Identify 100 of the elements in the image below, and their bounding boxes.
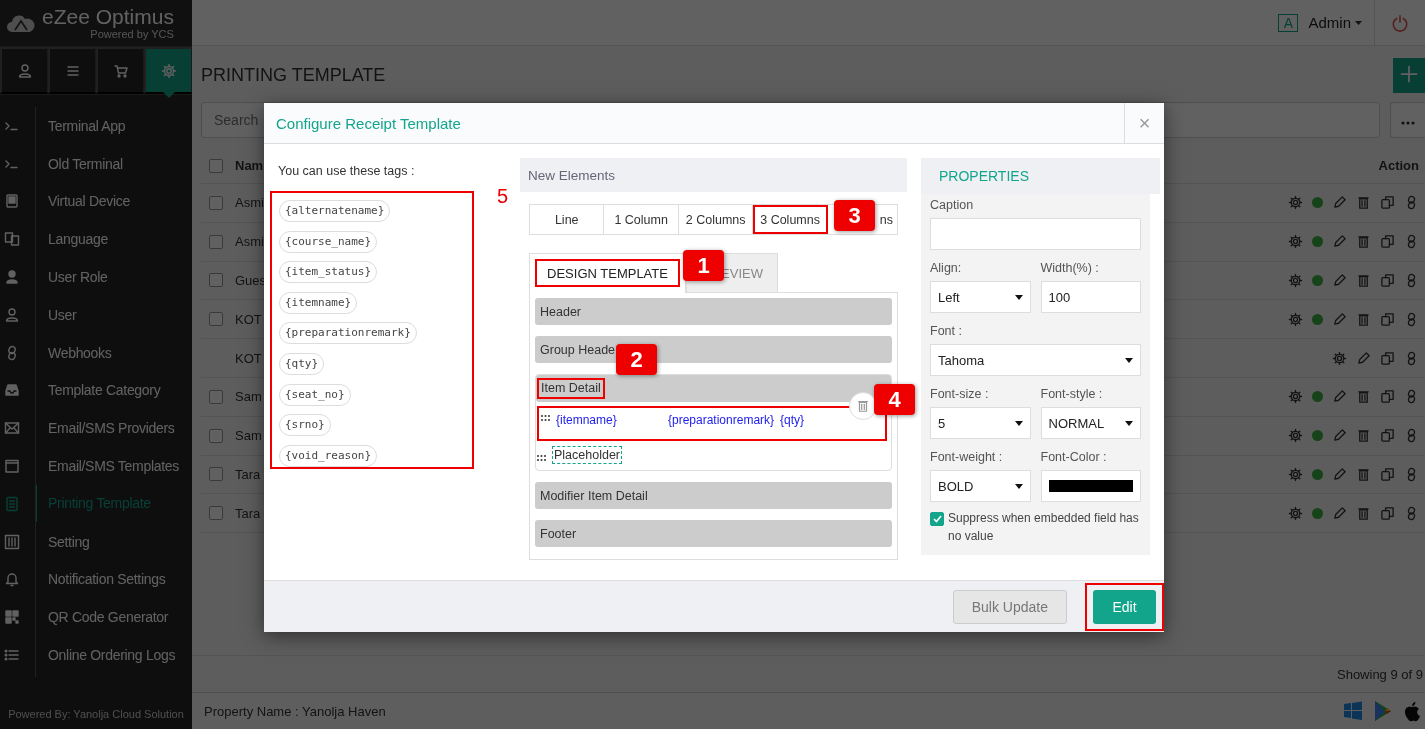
select-field[interactable]: BOLD (930, 470, 1031, 502)
select-all-checkbox[interactable] (209, 158, 223, 173)
calendar-icon (4, 458, 20, 475)
copy-icon (1380, 428, 1395, 444)
play-store-icon[interactable] (1373, 700, 1393, 722)
checkbox-label: Suppress when embedded field has no value (948, 510, 1140, 545)
copy-icon (1380, 350, 1395, 366)
table-cell: Sam (235, 428, 262, 444)
row-checkbox[interactable] (209, 195, 223, 210)
checkbox[interactable] (930, 512, 944, 526)
row-checkbox[interactable] (209, 467, 223, 482)
language-icon (4, 231, 20, 248)
field-label: Width(%) : (1040, 261, 1100, 277)
more-button[interactable] (1390, 102, 1425, 138)
field-label: Align: (930, 261, 963, 277)
row-checkbox[interactable] (209, 312, 223, 327)
select-field[interactable]: 5 (930, 407, 1031, 439)
tag-chip[interactable]: {alternatename} (279, 200, 391, 222)
properties-header: PROPERTIES (921, 158, 1160, 194)
pencil-icon (1332, 311, 1347, 327)
column-header: Action (1378, 158, 1419, 173)
windows-icon[interactable] (1343, 701, 1363, 721)
select-field[interactable]: Tahoma (930, 344, 1141, 376)
row-checkbox[interactable] (209, 506, 223, 521)
copy-icon (1380, 505, 1395, 521)
settings-icon (1288, 428, 1303, 444)
caret-icon (1125, 357, 1133, 363)
trash-icon (856, 398, 870, 414)
copy-icon (1380, 311, 1395, 327)
user-icon (4, 306, 20, 323)
settings-icon (1288, 466, 1303, 482)
pencil-icon (1332, 505, 1347, 521)
select-field[interactable]: NORMAL (1040, 407, 1141, 439)
tag-chip[interactable]: {void_reason} (279, 444, 378, 467)
settings-icon (1288, 234, 1303, 250)
drag-handle-icon[interactable] (541, 415, 550, 421)
select-field[interactable]: Left (930, 281, 1031, 313)
copy-icon (1380, 389, 1395, 405)
pencil-icon (1332, 234, 1347, 250)
callout-badge: 3 (834, 200, 875, 231)
settings-icon (1288, 311, 1303, 327)
section-header: New Elements (520, 158, 907, 192)
tag-chip[interactable]: {preparationremark} (279, 322, 417, 345)
avatar-badge: A (1278, 13, 1299, 32)
tab[interactable]: DESIGN TEMPLATE (529, 253, 686, 293)
copy-icon (1380, 195, 1395, 211)
tag-chip[interactable]: {qty} (279, 352, 325, 375)
add-button[interactable] (1393, 58, 1425, 93)
callout-badge: 4 (874, 384, 915, 415)
apple-icon[interactable] (1403, 700, 1421, 722)
more-icon (1401, 120, 1415, 125)
section-bar[interactable]: Modifier Item Detail (535, 482, 892, 509)
pencil-icon (1332, 466, 1347, 482)
sliders-icon (4, 533, 20, 550)
nav-tab[interactable] (48, 47, 96, 94)
brand-name: eZee Optimus (42, 6, 174, 28)
drag-handle-icon[interactable] (537, 454, 546, 461)
section-bar[interactable]: Header (535, 298, 892, 325)
tag-chip[interactable]: {seat_no} (279, 383, 351, 406)
section-label: Group Heade (540, 342, 616, 357)
user-icon (16, 62, 33, 79)
cloud-logo-icon (6, 13, 36, 33)
callout-badge: 1 (683, 250, 724, 281)
tag-chip[interactable]: {itemname} (279, 291, 358, 314)
column-header: Nam (235, 158, 264, 173)
copy-icon (1380, 234, 1395, 250)
trash-icon (1356, 466, 1371, 482)
settings-icon (1332, 350, 1347, 366)
template-row[interactable]: {itemname} {preparationremark} {qty} (537, 406, 887, 441)
tag-chip[interactable]: {srno} (279, 414, 331, 437)
caret-icon (1014, 294, 1023, 300)
caret-icon (1355, 20, 1362, 25)
status-dot (1312, 236, 1323, 248)
row-checkbox[interactable] (209, 273, 223, 288)
row-checkbox[interactable] (209, 389, 223, 404)
tag-chip[interactable]: {course_name} (279, 230, 378, 253)
row-checkbox[interactable] (209, 234, 223, 249)
tablet-icon (4, 193, 20, 210)
status-dot (1312, 391, 1323, 403)
copy-icon (1380, 466, 1395, 482)
tag-chip[interactable]: {item_status} (279, 261, 378, 284)
placeholder-slot[interactable]: Placeholder (552, 446, 622, 464)
field-label: Font-size : (930, 387, 990, 403)
table-cell: Tara (235, 466, 261, 482)
field-tag: {preparationremark} (668, 410, 780, 430)
caret-icon (1125, 420, 1133, 426)
status-dot (1312, 430, 1323, 442)
text-field[interactable]: 100 (1040, 281, 1141, 313)
pencil-icon (1356, 350, 1371, 366)
record-count: Showing 9 of 9 (1337, 666, 1423, 682)
element-button[interactable]: 3 Columns (753, 205, 828, 234)
section-bar[interactable]: Footer (535, 520, 892, 547)
section-label: Modifier Item Detail (540, 488, 648, 503)
color-field[interactable] (1040, 470, 1141, 502)
bulk-update-button[interactable]: Bulk Update (952, 589, 1067, 624)
nav-tab[interactable] (0, 47, 48, 94)
trash-icon (1356, 505, 1371, 521)
table-cell: Tara (235, 505, 261, 521)
text-field[interactable] (930, 218, 1141, 250)
row-checkbox[interactable] (209, 428, 223, 443)
